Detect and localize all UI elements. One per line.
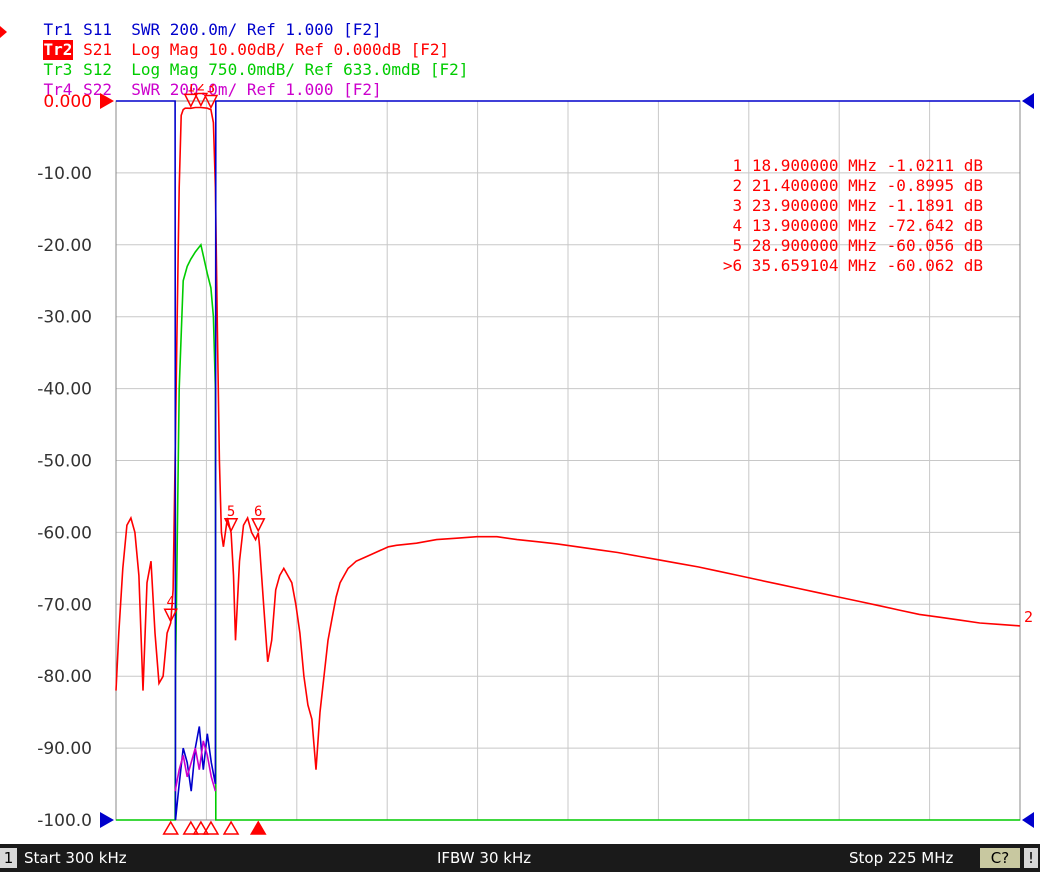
trace-header-tr2[interactable]: Tr2 S21 Log Mag 10.00dB/ Ref 0.000dB [F2… [4,20,449,60]
reference-arrow-icon [100,93,114,109]
marker-triangle-icon [251,518,266,533]
status-bar: 1 Start 300 kHz IFBW 30 kHz Stop 225 MHz… [0,844,1040,872]
start-frequency[interactable]: Start 300 kHz [24,844,127,872]
marker-readout-row: 2 21.400000 MHz -0.8995 dB [733,176,983,195]
y-tick-label: -50.00 [37,452,92,472]
warning-indicator[interactable]: ! [1024,848,1038,868]
y-tick-label: 0.000 [43,92,92,112]
tick-arrow-icon [100,381,114,397]
marker-axis-triangle-icon [249,820,267,835]
right-reference-arrow-icon [1022,93,1034,109]
marker-readout-row: >6 35.659104 MHz -60.062 dB [723,256,983,275]
y-tick-label: -90.00 [37,739,92,759]
tick-arrow-icon [100,596,114,612]
marker-label: 5 [227,504,235,520]
y-tick-label: -10.00 [37,164,92,184]
y-tick-label: -60.00 [37,523,92,543]
y-tick-label: -30.00 [37,308,92,328]
right-bottom-arrow-icon [1022,812,1034,828]
y-tick-label: -80.00 [37,667,92,687]
marker-label: 1 [187,84,195,95]
tick-arrow-icon [100,740,114,756]
channel-number[interactable]: 1 [0,848,17,868]
tick-arrow-icon [100,453,114,469]
tick-arrow-icon [100,668,114,684]
edge-indicators: 2 [1022,93,1034,828]
trace-end-label: 2 [1024,608,1033,626]
trace-header-tr4[interactable]: Tr4 S22 SWR 200.0m/ Ref 1.000 [F2] [4,60,382,99]
tick-arrow-icon [100,237,114,253]
marker-readout-row: 5 28.900000 MHz -60.056 dB [733,236,983,255]
marker-readout-table: 1 18.900000 MHz -1.0211 dB2 21.400000 MH… [723,156,983,275]
y-tick-label: -40.00 [37,380,92,400]
marker-axis-triangle-icon [162,820,180,835]
marker-label: 2 [197,84,205,94]
ifbw-setting[interactable]: IFBW 30 kHz [437,844,531,872]
marker-label: 6 [254,504,262,520]
marker-readout-row: 3 23.900000 MHz -1.1891 dB [733,196,983,215]
y-tick-label: -20.00 [37,236,92,256]
trace-header-tr1[interactable]: Tr1 S11 SWR 200.0m/ Ref 1.000 [F2] [4,0,382,39]
calibration-status-button[interactable]: C? [980,848,1020,868]
trace-header-panel: Tr1 S11 SWR 200.0m/ Ref 1.000 [F2] Tr2 S… [0,0,1040,99]
marker-label: 4 [166,594,174,610]
trace-header-tr3[interactable]: Tr3 S12 Log Mag 750.0mdB/ Ref 633.0mdB [… [4,40,469,79]
marker-label: 3 [207,84,215,97]
marker-readout-row: 4 13.900000 MHz -72.642 dB [733,216,983,235]
y-tick-label: -100.0 [37,811,92,831]
marker-triangle-icon [183,93,199,109]
measurement-plot[interactable]: 0.000 -10.00 -20.00 -30.00 -40.00 -50.00 -60.0… [0,84,1040,840]
stop-frequency[interactable]: Stop 225 MHz [849,844,953,872]
tick-arrow-icon [100,812,114,828]
tick-arrow-icon [100,309,114,325]
tick-arrow-icon [100,165,114,181]
y-axis-ticks: 0.000 -10.00 -20.00 -30.00 -40.00 -50.00 -60.0… [37,92,114,831]
tick-arrow-icon [100,524,114,540]
marker-readout-row: 1 18.900000 MHz -1.0211 dB [733,156,983,175]
y-tick-label: -70.00 [37,595,92,615]
marker-axis-triangle-icon [222,820,240,835]
